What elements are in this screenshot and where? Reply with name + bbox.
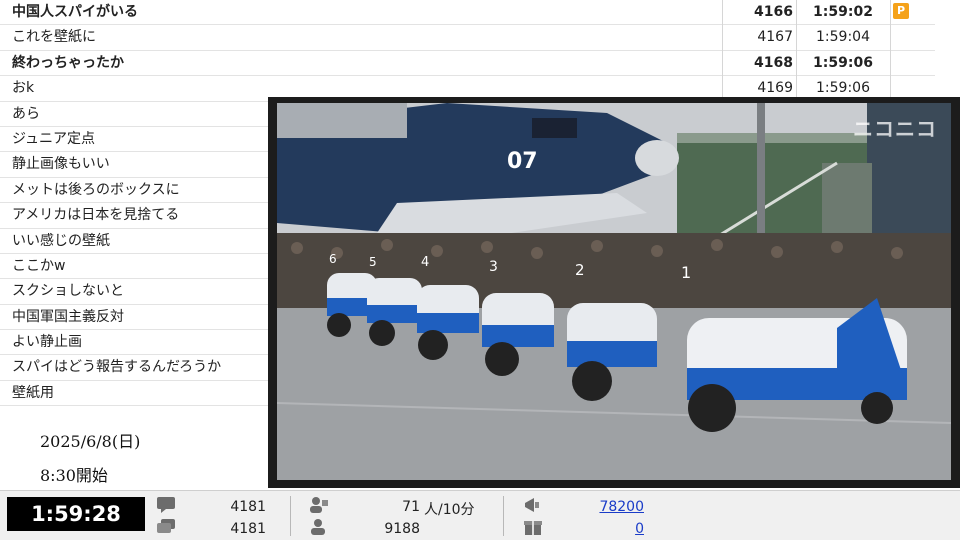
comment-icon — [157, 497, 175, 513]
comment-text: 壁紙用 — [12, 384, 54, 401]
vehicle-number-3: 3 — [489, 259, 498, 275]
comment-text: スパイはどう報告するんだろうか — [12, 359, 222, 376]
stream-date: 2025/6/8(日) — [40, 432, 141, 451]
comment-text: スクショしないと — [12, 283, 124, 300]
comment-text: 終わっちゃったか — [12, 54, 124, 71]
aircraft-number-label: 07 — [507, 149, 538, 174]
comment-icon-cell — [890, 25, 935, 49]
vehicle-number-2: 2 — [575, 261, 585, 279]
stream-start-time: 8:30開始 — [40, 466, 108, 485]
comment-text: ここかw — [12, 257, 66, 274]
comment-row[interactable]: 中国人スパイがいる 4166 1:59:02 P — [0, 0, 935, 26]
elapsed-timer: 1:59:28 — [7, 497, 145, 531]
ad-megaphone-icon — [525, 498, 539, 512]
comment-text: 中国軍国主義反対 — [12, 308, 124, 325]
ad-points-link[interactable]: 78200 — [560, 499, 644, 515]
total-viewers-count: 9188 — [384, 521, 420, 537]
comment-count-total: 4181 — [230, 521, 266, 537]
comment-text: いい感じの壁紙 — [12, 232, 110, 249]
comment-row[interactable]: これを壁紙に 4167 1:59:04 — [0, 25, 935, 51]
comment-time: 1:59:06 — [813, 54, 873, 71]
comment-text: よい静止画 — [12, 334, 82, 351]
comment-row[interactable]: 終わっちゃったか 4168 1:59:06 — [0, 50, 935, 77]
stream-info: 2025/6/8(日) 8:30開始 — [0, 410, 270, 490]
comment-number: 4168 — [754, 54, 793, 71]
active-viewers-unit: 人/10分 — [424, 502, 475, 518]
viewer-icon — [311, 519, 325, 535]
active-viewers-count: 71 — [402, 499, 420, 515]
active-viewers-icon — [310, 497, 328, 513]
niconico-watermark: ニコニコ — [853, 117, 937, 141]
comment-time: 1:59:02 — [813, 4, 873, 20]
comment-text: 中国人スパイがいる — [12, 4, 138, 20]
comment-count: 4181 — [230, 499, 266, 515]
vehicle-number-5: 5 — [369, 255, 377, 269]
separator — [290, 496, 291, 536]
comment-number: 4167 — [757, 29, 793, 46]
comment-text: これを壁紙に — [12, 29, 96, 46]
vehicle-number-6: 6 — [329, 252, 337, 266]
gift-points-link[interactable]: 0 — [560, 521, 644, 537]
comment-number: 4166 — [754, 4, 793, 20]
column-divider — [890, 0, 891, 99]
vehicle-number-4: 4 — [421, 255, 429, 270]
gift-icon — [524, 521, 542, 535]
status-bar: 1:59:28 4181 4181 71 人/10分 9188 78200 0 — [0, 490, 960, 540]
comment-text: あら — [12, 105, 40, 122]
vehicle-number-1: 1 — [681, 263, 691, 282]
premium-badge-icon: P — [893, 3, 909, 19]
comment-total-icon — [157, 519, 175, 533]
column-divider — [796, 0, 797, 99]
comment-icon-cell — [890, 51, 935, 75]
comment-text: メットは後ろのボックスに — [12, 181, 180, 198]
comment-text: おk — [12, 80, 35, 97]
comment-text: ジュニア定点 — [12, 130, 96, 147]
video-player[interactable]: 07 6 5 4 3 2 1 ニコニコ — [277, 103, 951, 480]
video-frame-image: 07 6 5 4 3 2 1 — [277, 103, 951, 480]
comment-icon-cell: P — [890, 0, 935, 24]
comment-text: アメリカは日本を見捨てる — [12, 207, 180, 224]
comment-time: 1:59:04 — [816, 29, 870, 46]
column-divider — [722, 0, 723, 99]
separator — [503, 496, 504, 536]
comment-text: 静止画像もいい — [12, 156, 110, 173]
